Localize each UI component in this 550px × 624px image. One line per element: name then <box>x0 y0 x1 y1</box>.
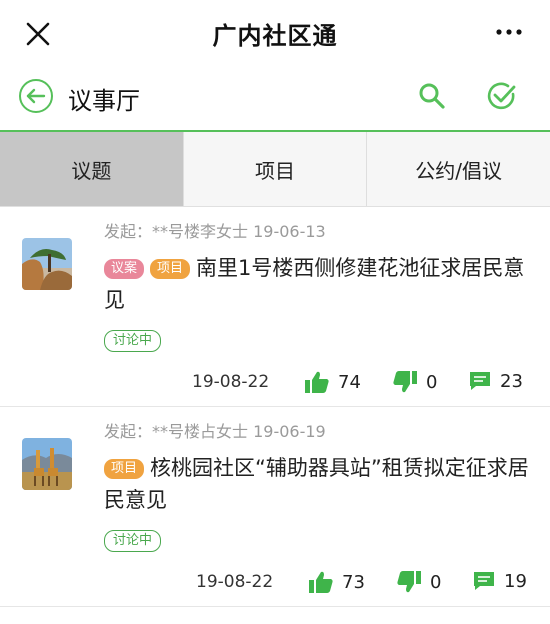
like-button[interactable]: 74 <box>304 370 361 394</box>
thumbs-up-icon <box>305 371 329 393</box>
check-circle-icon[interactable] <box>486 80 518 112</box>
sub-header: 议事厅 <box>0 66 550 132</box>
tab-gongyue[interactable]: 公约/倡议 <box>366 132 550 206</box>
comment-icon <box>470 372 490 390</box>
avatar <box>22 438 72 490</box>
tab-bar: 议题 项目 公约/倡议 <box>0 132 550 207</box>
like-count: 74 <box>338 371 361 393</box>
initiator-info: 发起：**号楼李女士 19-06-13 <box>104 222 326 241</box>
comment-count: 23 <box>500 370 523 392</box>
thumbs-down-icon <box>393 371 417 393</box>
tab-xiangmu[interactable]: 项目 <box>182 132 367 206</box>
back-arrow-icon[interactable] <box>18 78 54 114</box>
giraffes-photo-icon <box>22 438 72 490</box>
like-count: 73 <box>342 571 365 593</box>
tag-badge: 议案 <box>104 259 145 279</box>
rock-tree-photo-icon <box>22 238 72 290</box>
stats-row: 19-08-22 73 0 19 <box>0 568 550 598</box>
like-button[interactable]: 73 <box>308 570 365 594</box>
topic-title[interactable]: 议案 项目 南里1号楼西侧修建花池征求居民意见 <box>104 252 529 316</box>
page-title: 议事厅 <box>68 87 140 115</box>
dislike-count: 0 <box>426 371 438 393</box>
dislike-button[interactable]: 0 <box>392 370 437 394</box>
dislike-button[interactable]: 0 <box>396 570 441 594</box>
stats-row: 19-08-22 74 0 23 <box>0 368 550 398</box>
comment-icon <box>474 572 494 590</box>
avatar <box>22 238 72 290</box>
date-text: 19-08-22 <box>196 572 274 592</box>
tag-badge: 项目 <box>150 259 191 279</box>
more-options-icon[interactable] <box>494 22 524 42</box>
comment-button[interactable]: 19 <box>472 570 527 592</box>
thumbs-down-icon <box>397 571 421 593</box>
topic-title[interactable]: 项目 核桃园社区“辅助器具站”租赁拟定征求居民意见 <box>104 452 529 516</box>
top-bar: 广内社区通 <box>0 0 550 66</box>
initiator-info: 发起：**号楼占女士 19-06-19 <box>104 422 326 441</box>
comment-count: 19 <box>504 570 527 592</box>
thumbs-up-icon <box>309 571 333 593</box>
status-badge: 讨论中 <box>104 530 162 552</box>
list-item[interactable]: 发起：**号楼李女士 19-06-13 议案 项目 南里1号楼西侧修建花池征求居民意… <box>0 208 550 407</box>
date-text: 19-08-22 <box>192 372 270 392</box>
dislike-count: 0 <box>430 571 442 593</box>
status-badge: 讨论中 <box>104 330 162 352</box>
app-title: 广内社区通 <box>212 22 338 50</box>
search-icon[interactable] <box>416 80 448 112</box>
tag-badge: 项目 <box>104 459 145 479</box>
tab-yiti[interactable]: 议题 <box>0 132 183 206</box>
topic-title-text: 核桃园社区“辅助器具站”租赁拟定征求居民意见 <box>104 456 529 512</box>
list-item[interactable]: 发起：**号楼占女士 19-06-19 项目 核桃园社区“辅助器具站”租赁拟定征求… <box>0 408 550 607</box>
comment-button[interactable]: 23 <box>468 370 523 392</box>
